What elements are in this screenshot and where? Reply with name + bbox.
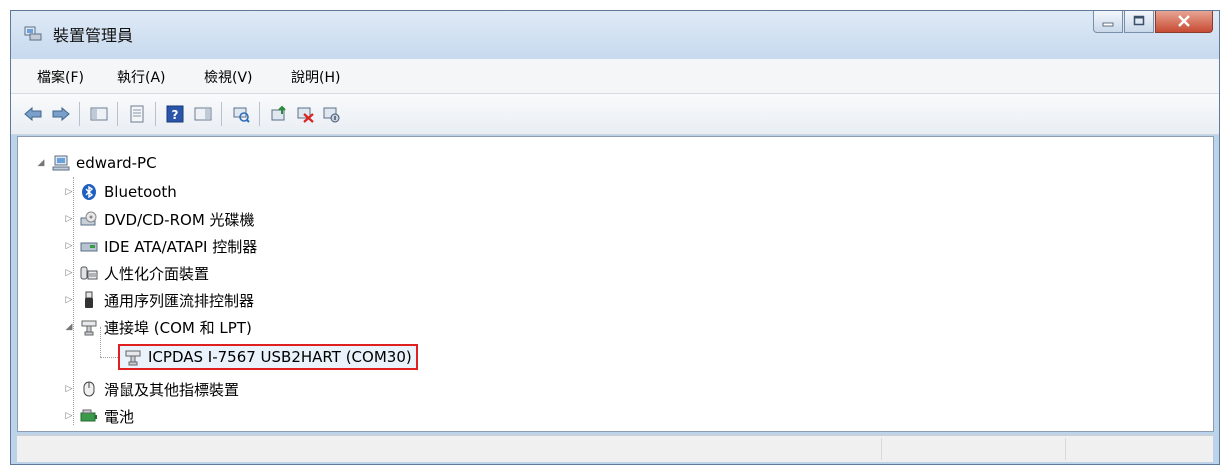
tree-item-icpdas-usb2hart[interactable]: ICPDAS I-7567 USB2HART (COM30) bbox=[118, 344, 418, 370]
dvd-drive-icon bbox=[80, 210, 98, 228]
mouse-icon bbox=[80, 380, 98, 398]
toolbar-separator bbox=[117, 102, 118, 126]
menu-action[interactable]: 執行(A) bbox=[117, 67, 166, 87]
tree-item-label: 通用序列匯流排控制器 bbox=[104, 291, 255, 310]
tree-item-label: 人性化介面裝置 bbox=[104, 264, 210, 283]
computer-icon bbox=[52, 154, 70, 172]
collapse-arrow-icon[interactable]: ◢ bbox=[64, 322, 74, 332]
back-icon[interactable] bbox=[23, 104, 43, 124]
maximize-icon bbox=[1133, 12, 1145, 31]
tree-item-label: 滑鼠及其他指標裝置 bbox=[104, 380, 240, 399]
hid-icon bbox=[80, 264, 98, 282]
tree-item-label: 電池 bbox=[104, 407, 135, 426]
tree-item-mouse[interactable]: ▷ 滑鼠及其他指標裝置 bbox=[64, 377, 239, 401]
toolbar-separator bbox=[155, 102, 156, 126]
title-bar[interactable]: 裝置管理員 bbox=[11, 11, 1219, 59]
close-button[interactable] bbox=[1155, 11, 1213, 33]
menu-bar: 檔案(F) 執行(A) 檢視(V) 說明(H) bbox=[11, 59, 1219, 94]
tree-item-battery[interactable]: ▷ 電池 bbox=[64, 404, 134, 428]
uninstall-icon[interactable] bbox=[295, 104, 315, 124]
toolbar-separator bbox=[259, 102, 260, 126]
tree-item-label: IDE ATA/ATAPI 控制器 bbox=[104, 237, 258, 256]
expand-arrow-icon[interactable]: ▷ bbox=[64, 268, 74, 278]
device-manager-icon bbox=[23, 23, 43, 43]
action-pane-icon[interactable] bbox=[193, 104, 213, 124]
tree-item-dvd-cdrom[interactable]: ▷ DVD/CD-ROM 光碟機 bbox=[64, 207, 255, 231]
tree-item-label: DVD/CD-ROM 光碟機 bbox=[104, 210, 255, 229]
tree-item-hid[interactable]: ▷ 人性化介面裝置 bbox=[64, 261, 209, 285]
battery-icon bbox=[80, 407, 98, 425]
maximize-button[interactable] bbox=[1124, 11, 1154, 33]
update-driver-icon[interactable] bbox=[269, 104, 289, 124]
minimize-icon bbox=[1102, 12, 1114, 31]
tree-item-label: ICPDAS I-7567 USB2HART (COM30) bbox=[148, 348, 412, 366]
close-icon bbox=[1177, 12, 1191, 31]
ide-controller-icon bbox=[80, 237, 98, 255]
tree-item-bluetooth[interactable]: ▷ Bluetooth bbox=[64, 180, 177, 204]
tree-root[interactable]: ◢ edward-PC bbox=[36, 151, 157, 175]
collapse-arrow-icon[interactable]: ◢ bbox=[36, 158, 46, 168]
svg-text:?: ? bbox=[172, 108, 179, 122]
tree-item-label: 連接埠 (COM 和 LPT) bbox=[104, 318, 252, 337]
forward-icon[interactable] bbox=[51, 104, 71, 124]
help-icon[interactable]: ? bbox=[165, 104, 185, 124]
port-icon bbox=[124, 348, 142, 366]
device-tree[interactable]: ◢ edward-PC ▷ Bluetooth ▷ DVD/CD-ROM 光碟機… bbox=[17, 136, 1214, 432]
usb-icon bbox=[80, 291, 98, 309]
expand-arrow-icon[interactable]: ▷ bbox=[64, 187, 74, 197]
window-title: 裝置管理員 bbox=[53, 26, 134, 45]
scan-hardware-icon[interactable] bbox=[231, 104, 251, 124]
properties-icon[interactable] bbox=[127, 104, 147, 124]
tree-root-label: edward-PC bbox=[76, 154, 157, 172]
toolbar: ? bbox=[11, 94, 1219, 135]
bluetooth-icon bbox=[80, 183, 98, 201]
toolbar-separator bbox=[221, 102, 222, 126]
menu-view[interactable]: 檢視(V) bbox=[204, 67, 253, 87]
tree-item-usb-controller[interactable]: ▷ 通用序列匯流排控制器 bbox=[64, 288, 254, 312]
status-bar-divider bbox=[1065, 438, 1066, 460]
menu-file[interactable]: 檔案(F) bbox=[37, 67, 84, 87]
tree-item-ports[interactable]: ◢ 連接埠 (COM 和 LPT) bbox=[64, 315, 252, 339]
tree-item-ide-controller[interactable]: ▷ IDE ATA/ATAPI 控制器 bbox=[64, 234, 258, 258]
expand-arrow-icon[interactable]: ▷ bbox=[64, 241, 74, 251]
expand-arrow-icon[interactable]: ▷ bbox=[64, 295, 74, 305]
expand-arrow-icon[interactable]: ▷ bbox=[64, 411, 74, 421]
menu-help[interactable]: 說明(H) bbox=[291, 67, 340, 87]
port-icon bbox=[80, 318, 98, 336]
toolbar-separator bbox=[79, 102, 80, 126]
show-hide-console-tree-icon[interactable] bbox=[89, 104, 109, 124]
disable-icon[interactable] bbox=[321, 104, 341, 124]
device-manager-window: 裝置管理員 檔案(F) 執行(A) 檢視(V) 說明(H) ? ◢ edward… bbox=[10, 10, 1220, 465]
tree-item-label: Bluetooth bbox=[104, 183, 177, 201]
expand-arrow-icon[interactable]: ▷ bbox=[64, 384, 74, 394]
minimize-button[interactable] bbox=[1093, 11, 1123, 33]
caption-buttons bbox=[1093, 11, 1213, 37]
expand-arrow-icon[interactable]: ▷ bbox=[64, 214, 74, 224]
status-bar bbox=[17, 435, 1213, 462]
tree-connector bbox=[100, 357, 118, 358]
status-bar-divider bbox=[881, 438, 882, 460]
